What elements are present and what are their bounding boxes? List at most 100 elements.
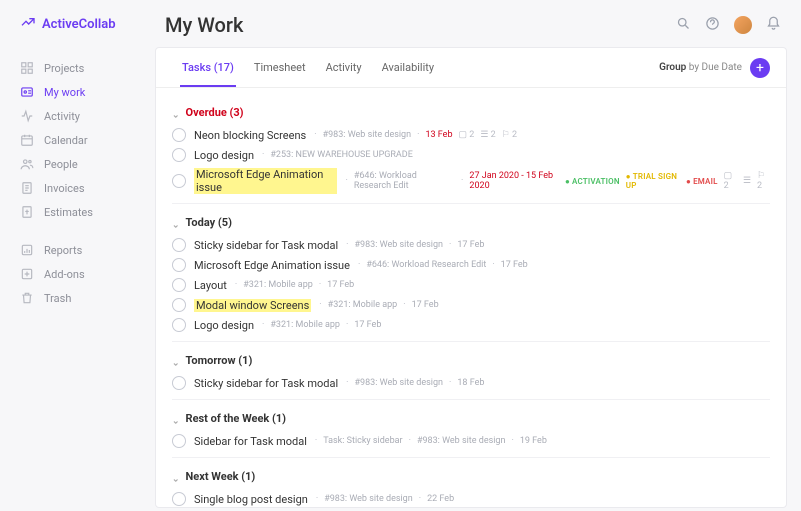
sidebar-item-label: Estimates — [44, 206, 93, 219]
sidebar-item-label: People — [44, 158, 78, 171]
sidebar-item-addons[interactable]: Add-ons — [20, 262, 145, 286]
task-name: Sticky sidebar for Task modal — [194, 239, 338, 252]
task-meta: · #646: Workload Research Edit · 27 Jan … — [345, 171, 770, 191]
task-meta: · #983: Web site design · 13 Feb▢ 2☰ 2⚐ … — [314, 130, 517, 140]
tabs: Tasks (17) Timesheet Activity Availabili… — [156, 48, 786, 88]
task-checkbox[interactable] — [172, 318, 186, 332]
task-row[interactable]: Microsoft Edge Animation issue · #646: W… — [156, 165, 786, 197]
subtasks-icon: ☰ — [743, 176, 751, 186]
comments-icon: ▢ 2 — [724, 171, 737, 191]
tab-timesheet[interactable]: Timesheet — [244, 49, 316, 86]
reports-icon — [20, 243, 34, 257]
group-title: Rest of the Week (1) — [186, 412, 287, 425]
task-checkbox[interactable] — [172, 238, 186, 252]
sidebar-item-projects[interactable]: Projects — [20, 56, 145, 80]
tab-availability[interactable]: Availability — [372, 49, 444, 86]
task-row[interactable]: Single blog post design · #983: Web site… — [156, 489, 786, 507]
task-meta: · #321: Mobile app · 17 Feb — [262, 320, 381, 330]
sidebar: ActiveCollab Projects My work Activity C… — [0, 0, 145, 511]
task-checkbox[interactable] — [172, 298, 186, 312]
tab-activity[interactable]: Activity — [316, 49, 372, 86]
logo-icon — [20, 14, 36, 34]
page-title: My Work — [165, 13, 243, 37]
task-checkbox[interactable] — [172, 376, 186, 390]
task-row[interactable]: Sticky sidebar for Task modal · #983: We… — [156, 373, 786, 393]
task-row[interactable]: Logo design · #321: Mobile app · 17 Feb — [156, 315, 786, 335]
group-header[interactable]: ⌃Next Week (1) — [156, 458, 786, 489]
task-list: ⌃Overdue (3)Neon blocking Screens · #983… — [156, 88, 786, 507]
id-icon — [20, 85, 34, 99]
task-name: Single blog post design — [194, 493, 308, 506]
add-button[interactable]: + — [750, 58, 770, 78]
sidebar-item-reports[interactable]: Reports — [20, 238, 145, 262]
group-header[interactable]: ⌃ Today (5) — [156, 204, 786, 235]
sidebar-item-people[interactable]: People — [20, 152, 145, 176]
sidebar-item-label: Add-ons — [44, 268, 85, 281]
chevron-down-icon: ⌃ — [172, 218, 180, 228]
task-name: Logo design — [194, 149, 254, 162]
tab-tasks[interactable]: Tasks (17) — [172, 49, 244, 86]
task-row[interactable]: Neon blocking Screens · #983: Web site d… — [156, 125, 786, 145]
task-checkbox[interactable] — [172, 258, 186, 272]
task-tag: ACTIVATION — [565, 177, 620, 186]
task-name: Modal window Screens — [194, 299, 311, 312]
subtasks-icon: ☰ 2 — [480, 130, 495, 140]
group-header[interactable]: ⌃ Tomorrow (1) — [156, 342, 786, 373]
help-icon[interactable] — [705, 16, 720, 34]
sidebar-item-calendar[interactable]: Calendar — [20, 128, 145, 152]
sidebar-item-label: Trash — [44, 292, 71, 305]
chevron-down-icon: ⌃ — [172, 108, 180, 118]
task-checkbox[interactable] — [172, 492, 186, 506]
task-checkbox[interactable] — [172, 128, 186, 142]
sidebar-item-label: Invoices — [44, 182, 85, 195]
group-title: Today (5) — [186, 216, 232, 229]
task-checkbox[interactable] — [172, 174, 186, 188]
task-row[interactable]: Logo design · #253: NEW WAREHOUSE UPGRAD… — [156, 145, 786, 165]
group-label[interactable]: Group by Due Date — [659, 62, 742, 73]
group-header[interactable]: ⌃ Rest of the Week (1) — [156, 400, 786, 431]
task-name: Layout — [194, 279, 227, 292]
sidebar-item-label: My work — [44, 86, 85, 99]
task-name: Microsoft Edge Animation issue — [194, 168, 337, 194]
chevron-down-icon: ⌃ — [172, 472, 180, 482]
chevron-down-icon: ⌃ — [172, 414, 180, 424]
task-tag: EMAIL — [686, 177, 718, 186]
people-icon — [20, 157, 34, 171]
search-icon[interactable] — [676, 16, 691, 34]
task-meta: · #983: Web site design · 18 Feb — [346, 378, 484, 388]
task-meta: · #646: Workload Research Edit · 17 Feb — [358, 260, 528, 270]
trash-icon — [20, 291, 34, 305]
sidebar-item-label: Reports — [44, 244, 82, 257]
flag-icon: ⚐ 2 — [502, 130, 517, 140]
chevron-down-icon: ⌃ — [172, 356, 180, 366]
task-name: Sticky sidebar for Task modal — [194, 377, 338, 390]
sidebar-item-trash[interactable]: Trash — [20, 286, 145, 310]
bell-icon[interactable] — [766, 16, 781, 34]
task-row[interactable]: Microsoft Edge Animation issue · #646: W… — [156, 255, 786, 275]
task-meta: · #253: NEW WAREHOUSE UPGRADE — [262, 150, 413, 160]
task-meta: · #321: Mobile app · 17 Feb — [235, 280, 354, 290]
sidebar-item-label: Activity — [44, 110, 80, 123]
sidebar-item-invoices[interactable]: Invoices — [20, 176, 145, 200]
task-meta: · #321: Mobile app · 17 Feb — [319, 300, 438, 310]
task-checkbox[interactable] — [172, 434, 186, 448]
brand[interactable]: ActiveCollab — [20, 14, 145, 34]
sidebar-item-my-work[interactable]: My work — [20, 80, 145, 104]
task-meta: · Task: Sticky sidebar · #983: Web site … — [315, 436, 547, 446]
topbar: My Work — [145, 0, 801, 39]
group-header[interactable]: ⌃Overdue (3) — [156, 94, 786, 125]
task-row[interactable]: Modal window Screens · #321: Mobile app … — [156, 295, 786, 315]
task-checkbox[interactable] — [172, 148, 186, 162]
brand-name: ActiveCollab — [42, 17, 116, 32]
task-row[interactable]: Sticky sidebar for Task modal · #983: We… — [156, 235, 786, 255]
task-meta: · #983: Web site design · 17 Feb — [346, 240, 484, 250]
avatar[interactable] — [734, 16, 752, 34]
task-checkbox[interactable] — [172, 278, 186, 292]
grid-icon — [20, 61, 34, 75]
sidebar-item-activity[interactable]: Activity — [20, 104, 145, 128]
group-title: Tomorrow (1) — [186, 354, 253, 367]
flag-icon: ⚐ 2 — [757, 171, 770, 191]
sidebar-item-estimates[interactable]: Estimates — [20, 200, 145, 224]
task-row[interactable]: Sidebar for Task modal · Task: Sticky si… — [156, 431, 786, 451]
task-row[interactable]: Layout · #321: Mobile app · 17 Feb — [156, 275, 786, 295]
